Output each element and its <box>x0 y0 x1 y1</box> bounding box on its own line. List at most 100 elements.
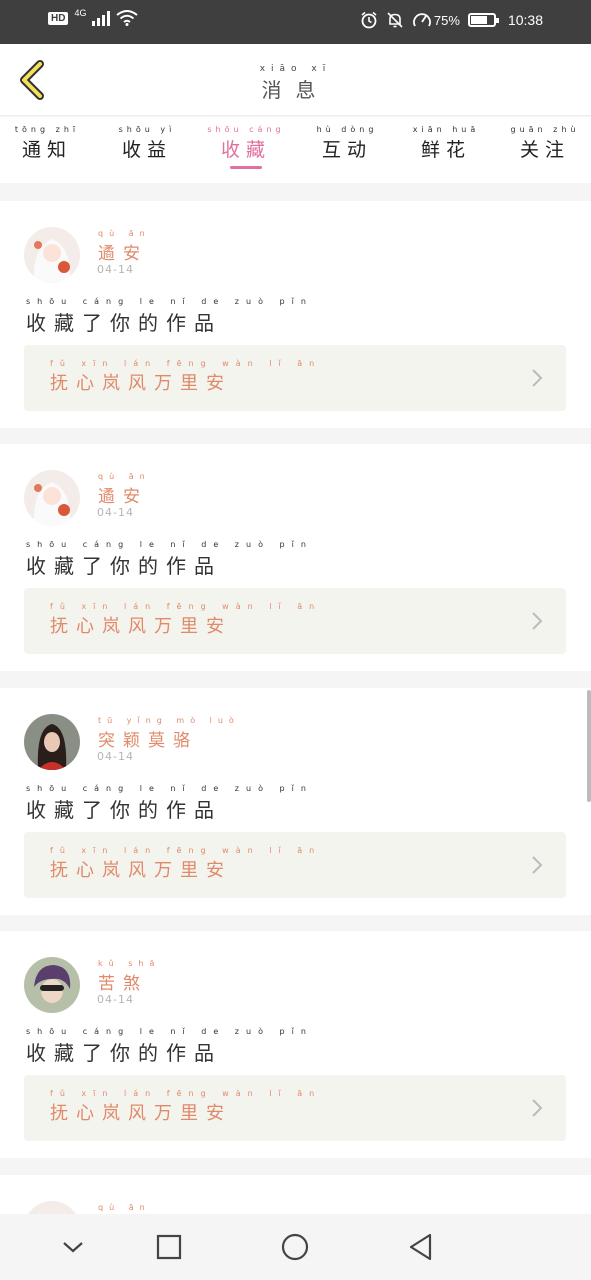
tab-following[interactable]: guān zhù 关注 <box>500 125 590 162</box>
username-text: 遹安 <box>98 244 148 264</box>
action-pinyin: shōu cáng le nǐ de zuò pǐn <box>26 1027 313 1036</box>
username-text: 遹安 <box>98 487 148 507</box>
username-text: 苦煞 <box>98 974 148 994</box>
username[interactable]: qù ān 遹安 <box>98 472 151 507</box>
chevron-right-icon <box>532 856 543 874</box>
message-card-partial: qù ān <box>0 1175 591 1214</box>
tab-pinyin: guān zhù <box>510 125 580 134</box>
battery-icon <box>467 13 499 27</box>
tab-label: 关注 <box>519 139 570 161</box>
work-title: fǔ xīn lán fēng wàn lǐ ān 抚心岚风万里安 <box>50 846 321 882</box>
work-title: fǔ xīn lán fēng wàn lǐ ān 抚心岚风万里安 <box>50 1089 321 1125</box>
system-nav-bar <box>0 1214 591 1280</box>
action-text: shōu cáng le nǐ de zuò pǐn 收藏了你的作品 <box>26 540 313 579</box>
username-pinyin: qù ān <box>98 472 151 481</box>
message-card: qù ān 遹安 04-14 shōu cáng le nǐ de zuò pǐ… <box>0 444 591 671</box>
chevron-right-icon <box>532 612 543 630</box>
tab-pinyin: tōng zhī <box>14 125 80 134</box>
tab-pinyin: xiān huā <box>412 125 480 134</box>
work-title: fǔ xīn lán fēng wàn lǐ ān 抚心岚风万里安 <box>50 359 321 395</box>
message-date: 04-14 <box>97 993 134 1006</box>
chevron-down-icon[interactable] <box>56 1230 90 1264</box>
action-pinyin: shōu cáng le nǐ de zuò pǐn <box>26 540 313 549</box>
avatar[interactable] <box>24 227 80 283</box>
action-label: 收藏了你的作品 <box>26 554 222 578</box>
username[interactable]: kǔ shā 苦煞 <box>98 959 160 994</box>
wifi-icon <box>116 10 139 26</box>
username[interactable]: qù ān 遹安 <box>98 229 151 264</box>
avatar[interactable] <box>24 1201 80 1214</box>
avatar[interactable] <box>24 470 80 526</box>
work-pinyin: fǔ xīn lán fēng wàn lǐ ān <box>50 602 322 611</box>
tab-bar: tōng zhī 通知 shōu yì 收益 shōu cáng 收藏 hù d… <box>0 117 591 183</box>
username-pinyin: kǔ shā <box>98 959 161 968</box>
speed-gauge-icon <box>413 13 431 27</box>
status-bar: HD 4G 75% 10:38 <box>0 0 591 44</box>
work-link[interactable]: fǔ xīn lán fēng wàn lǐ ān 抚心岚风万里安 <box>24 832 566 898</box>
message-card: tū yǐng mò luò 突颖莫骆 04-14 shōu cáng le n… <box>0 688 591 915</box>
work-title-text: 抚心岚风万里安 <box>50 616 232 637</box>
signal-icon <box>92 10 111 26</box>
action-pinyin: shōu cáng le nǐ de zuò pǐn <box>26 784 313 793</box>
tab-notifications[interactable]: tōng zhī 通知 <box>2 125 92 162</box>
username[interactable]: tū yǐng mò luò 突颖莫骆 <box>98 716 240 751</box>
tab-earnings[interactable]: shōu yì 收益 <box>102 125 192 162</box>
tab-pinyin: shōu yì <box>118 125 176 134</box>
scrollbar[interactable] <box>587 690 591 802</box>
action-label: 收藏了你的作品 <box>26 1041 222 1065</box>
page-title-text: 消息 <box>261 78 330 102</box>
work-title-text: 抚心岚风万里安 <box>50 373 232 394</box>
tab-pinyin: shōu cáng <box>207 125 285 134</box>
tab-favorites[interactable]: shōu cáng 收藏 <box>201 125 291 169</box>
action-label: 收藏了你的作品 <box>26 311 222 335</box>
battery-percent: 75% <box>433 12 460 28</box>
work-link[interactable]: fǔ xīn lán fēng wàn lǐ ān 抚心岚风万里安 <box>24 345 566 411</box>
action-text: shōu cáng le nǐ de zuò pǐn 收藏了你的作品 <box>26 1027 313 1066</box>
work-pinyin: fǔ xīn lán fēng wàn lǐ ān <box>50 1089 322 1098</box>
alarm-icon <box>361 11 377 29</box>
status-left: HD 4G <box>48 8 139 26</box>
action-text: shōu cáng le nǐ de zuò pǐn 收藏了你的作品 <box>26 784 313 823</box>
tab-underline <box>230 166 262 169</box>
back-triangle-icon[interactable] <box>404 1230 438 1264</box>
tab-label: 互动 <box>321 139 372 161</box>
avatar[interactable] <box>24 714 80 770</box>
action-text: shōu cáng le nǐ de zuò pǐn 收藏了你的作品 <box>26 297 313 336</box>
username-pinyin: tū yǐng mò luò <box>98 716 240 725</box>
work-pinyin: fǔ xīn lán fēng wàn lǐ ān <box>50 846 322 855</box>
status-right: 75% 10:38 <box>360 11 543 29</box>
header: xiāo xī 消息 <box>0 44 591 116</box>
tab-label: 收益 <box>121 139 172 161</box>
tab-interactions[interactable]: hù dòng 互动 <box>302 125 392 162</box>
username-pinyin: qù ān <box>98 229 151 238</box>
network-type: 4G <box>74 8 87 18</box>
username-text: 突颖莫骆 <box>98 731 198 751</box>
work-title-text: 抚心岚风万里安 <box>50 860 232 881</box>
action-pinyin: shōu cáng le nǐ de zuò pǐn <box>26 297 313 306</box>
work-title-text: 抚心岚风万里安 <box>50 1103 232 1124</box>
page-title-pinyin: xiāo xī <box>259 64 332 74</box>
username[interactable]: qù ān <box>98 1203 151 1213</box>
work-title: fǔ xīn lán fēng wàn lǐ ān 抚心岚风万里安 <box>50 602 321 638</box>
mute-bell-icon <box>387 12 403 28</box>
tab-label: 收藏 <box>220 139 271 161</box>
username-pinyin: qù ān <box>98 1203 151 1212</box>
message-card: qù ān 遹安 04-14 shōu cáng le nǐ de zuò pǐ… <box>0 201 591 428</box>
message-date: 04-14 <box>97 506 134 519</box>
page-title: xiāo xī 消息 <box>0 64 591 103</box>
avatar[interactable] <box>24 957 80 1013</box>
action-label: 收藏了你的作品 <box>26 798 222 822</box>
work-link[interactable]: fǔ xīn lán fēng wàn lǐ ān 抚心岚风万里安 <box>24 1075 566 1141</box>
message-date: 04-14 <box>97 750 134 763</box>
message-card: kǔ shā 苦煞 04-14 shōu cáng le nǐ de zuò p… <box>0 931 591 1158</box>
tab-label: 通知 <box>21 139 72 161</box>
hd-badge: HD <box>48 11 69 25</box>
message-date: 04-14 <box>97 263 134 276</box>
home-icon[interactable] <box>278 1230 312 1264</box>
work-link[interactable]: fǔ xīn lán fēng wàn lǐ ān 抚心岚风万里安 <box>24 588 566 654</box>
clock: 10:38 <box>507 12 543 28</box>
tab-flowers[interactable]: xiān huā 鲜花 <box>401 125 491 162</box>
chevron-right-icon <box>532 1099 543 1117</box>
work-pinyin: fǔ xīn lán fēng wàn lǐ ān <box>50 359 322 368</box>
recent-apps-icon[interactable] <box>152 1230 186 1264</box>
